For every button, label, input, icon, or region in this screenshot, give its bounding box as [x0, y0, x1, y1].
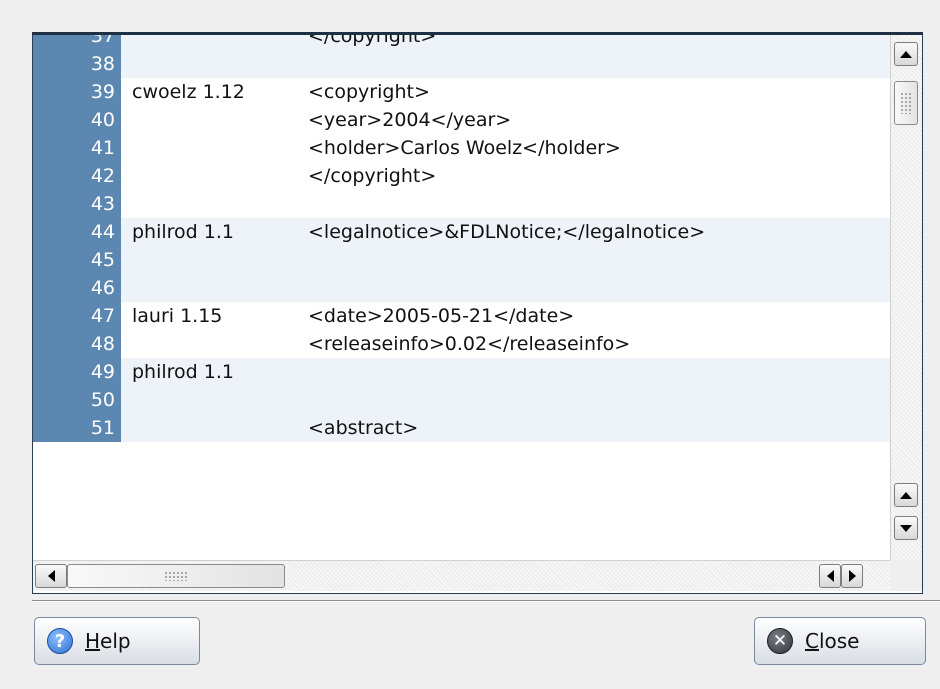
scroll-up-button-lower[interactable] [894, 483, 918, 507]
arrow-down-icon [900, 524, 912, 532]
line-number: 37 [33, 35, 121, 50]
source-line: </copyright> [308, 165, 437, 187]
annotation-row: 43 [33, 190, 890, 218]
line-number: 42 [33, 162, 121, 190]
arrow-up-icon [900, 491, 912, 499]
line-number: 41 [33, 134, 121, 162]
revision-author: philrod 1.1 [132, 361, 234, 383]
annotation-row: 41 <holder>Carlos Woelz</holder> [33, 134, 890, 162]
horizontal-scroll-thumb[interactable] [67, 564, 285, 588]
line-number: 51 [33, 414, 121, 442]
vertical-scroll-thumb[interactable] [894, 81, 918, 125]
annotate-view: 37 </copyright> 38 39 cwoelz 1.12 <copyright>… [32, 32, 923, 594]
annotation-row: 39 cwoelz 1.12 <copyright> [33, 78, 890, 106]
close-icon: ✕ [767, 628, 793, 654]
source-line: <holder>Carlos Woelz</holder> [308, 137, 621, 159]
horizontal-scrollbar[interactable] [33, 560, 890, 591]
arrow-left-icon [826, 570, 834, 582]
annotation-row: 37 </copyright> [33, 35, 890, 50]
help-icon: ? [47, 628, 73, 654]
annotation-row: 47 lauri 1.15 <date>2005-05-21</date> [33, 302, 890, 330]
help-mnemonic: H [85, 629, 101, 653]
line-number: 39 [33, 78, 121, 106]
grip-icon [164, 571, 188, 581]
annotation-row: 45 [33, 246, 890, 274]
revision-author: lauri 1.15 [132, 305, 223, 327]
scrollbar-corner [890, 560, 922, 591]
annotation-row: 42 </copyright> [33, 162, 890, 190]
close-mnemonic: C [805, 629, 819, 653]
annotation-row: 46 [33, 274, 890, 302]
annotation-row: 44 philrod 1.1 <legalnotice>&FDLNotice;</l… [33, 218, 890, 246]
line-number: 48 [33, 330, 121, 358]
source-line: <legalnotice>&FDLNotice;</legalnotice> [308, 221, 706, 243]
annotation-row: 48 <releaseinfo>0.02</releaseinfo> [33, 330, 890, 358]
arrow-right-icon [848, 570, 856, 582]
source-line: <date>2005-05-21</date> [308, 305, 575, 327]
close-button[interactable]: ✕ Close [754, 617, 926, 665]
annotation-row: 51 <abstract> [33, 414, 890, 442]
scroll-left-button-right[interactable] [819, 564, 841, 588]
annotation-row: 38 [33, 50, 890, 78]
revision-author: philrod 1.1 [132, 221, 234, 243]
help-button[interactable]: ? Help [34, 617, 200, 665]
line-number: 38 [33, 50, 121, 78]
grip-icon [900, 92, 912, 114]
close-button-label: Close [805, 629, 860, 653]
line-number: 43 [33, 190, 121, 218]
help-label-rest: elp [100, 629, 131, 653]
scroll-up-button[interactable] [894, 42, 918, 66]
annotation-row: 50 [33, 386, 890, 414]
source-line: </copyright> [308, 35, 437, 47]
source-line: <year>2004</year> [308, 109, 512, 131]
source-line: <abstract> [308, 417, 419, 439]
line-number: 46 [33, 274, 121, 302]
scroll-right-button[interactable] [841, 564, 863, 588]
arrow-up-icon [900, 50, 912, 58]
line-number: 45 [33, 246, 121, 274]
line-number: 40 [33, 106, 121, 134]
help-button-label: Help [85, 629, 131, 653]
annotation-row: 40 <year>2004</year> [33, 106, 890, 134]
line-number: 44 [33, 218, 121, 246]
scroll-down-button[interactable] [894, 516, 918, 540]
separator [32, 600, 940, 602]
annotation-rows: 37 </copyright> 38 39 cwoelz 1.12 <copyright>… [33, 35, 890, 560]
source-line: <releaseinfo>0.02</releaseinfo> [308, 333, 631, 355]
scroll-left-button[interactable] [35, 564, 67, 588]
annotation-row: 49 philrod 1.1 [33, 358, 890, 386]
line-number: 47 [33, 302, 121, 330]
source-line: <copyright> [308, 81, 430, 103]
line-number: 50 [33, 386, 121, 414]
close-label-rest: lose [818, 629, 860, 653]
vertical-scrollbar[interactable] [890, 35, 922, 560]
arrow-left-icon [47, 570, 55, 582]
revision-author: cwoelz 1.12 [132, 81, 245, 103]
line-number: 49 [33, 358, 121, 386]
